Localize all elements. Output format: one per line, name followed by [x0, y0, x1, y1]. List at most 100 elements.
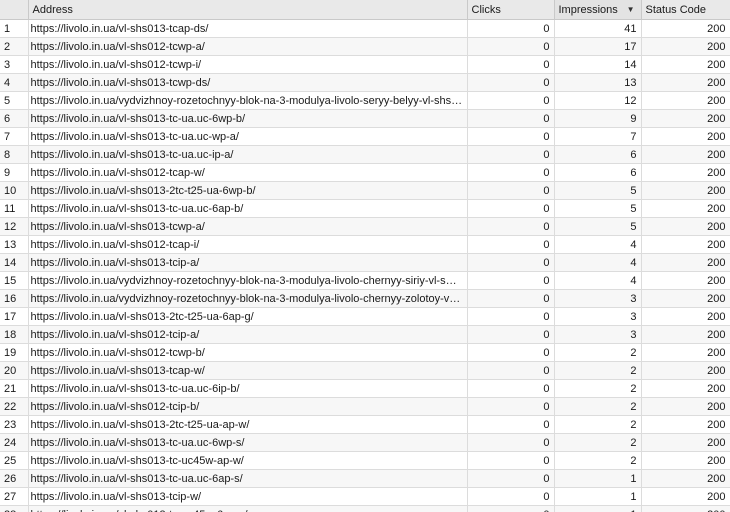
impressions-cell[interactable]: 6 [554, 145, 642, 164]
status-code-cell[interactable]: 200 [641, 217, 730, 236]
table-row[interactable]: 28https://livolo.in.ua/vl-shs013-tc-uc45… [0, 505, 730, 512]
clicks-cell[interactable]: 0 [467, 397, 555, 416]
status-code-cell[interactable]: 200 [641, 253, 730, 272]
row-number-cell[interactable]: 3 [0, 55, 29, 74]
column-header-address[interactable]: Address [28, 0, 468, 20]
table-row[interactable]: 25 https://livolo.in.ua/vl-shs013-tc-uc45… [0, 451, 730, 470]
address-cell[interactable]: https://livolo.in.ua/vl-shs013-tcap-ds/ [28, 19, 468, 38]
row-number-cell[interactable]: 17 [0, 307, 29, 326]
row-number-cell[interactable]: 10 [0, 181, 29, 200]
clicks-cell[interactable]: 0 [467, 19, 555, 38]
address-cell[interactable]: https://livolo.in.ua/vl-shs013-tc-ua.uc-… [28, 433, 468, 452]
clicks-cell[interactable]: 0 [467, 37, 555, 56]
impressions-cell[interactable]: 2 [554, 343, 642, 362]
address-cell[interactable]: https://livolo.in.ua/vl-shs013-tc-ua.uc-… [28, 199, 468, 218]
impressions-cell[interactable]: 6 [554, 163, 642, 182]
impressions-cell[interactable]: 41 [554, 19, 642, 38]
status-code-cell[interactable]: 200 [641, 343, 730, 362]
status-code-cell[interactable]: 200 [641, 91, 730, 110]
address-cell[interactable]: https://livolo.in.ua/vl-shs013-tcwp-ds/ [28, 73, 468, 92]
address-cell[interactable]: https://livolo.in.ua/vl-shs013-tc-uc45w-… [28, 451, 468, 470]
impressions-cell[interactable]: 5 [554, 199, 642, 218]
status-code-cell[interactable]: 200 [641, 361, 730, 380]
table-row[interactable]: 11 https://livolo.in.ua/vl-shs013-tc-ua.u… [0, 199, 730, 218]
table-row[interactable]: 2 https://livolo.in.ua/vl-shs012-tcwp-a/0… [0, 37, 730, 56]
table-row[interactable]: 13 https://livolo.in.ua/vl-shs012-tcap-i/… [0, 235, 730, 254]
row-number-cell[interactable]: 26 [0, 469, 29, 488]
status-code-cell[interactable]: 200 [641, 325, 730, 344]
impressions-cell[interactable]: 1 [554, 469, 642, 488]
address-cell[interactable]: https://livolo.in.ua/vl-shs013-2tc-t25-u… [28, 415, 468, 434]
table-row[interactable]: 1 https://livolo.in.ua/vl-shs013-tcap-ds/… [0, 19, 730, 38]
status-code-cell[interactable]: 200 [641, 451, 730, 470]
address-cell[interactable]: https://livolo.in.ua/vl-shs012-tcap-i/ [28, 235, 468, 254]
table-row[interactable]: 22 https://livolo.in.ua/vl-shs012-tcip-b/… [0, 397, 730, 416]
table-row[interactable]: 18 https://livolo.in.ua/vl-shs012-tcip-a/… [0, 325, 730, 344]
address-cell[interactable]: https://livolo.in.ua/vl-shs013-2tc-t25-u… [28, 181, 468, 200]
row-number-cell[interactable]: 1 [0, 19, 29, 38]
clicks-cell[interactable]: 0 [467, 289, 555, 308]
address-cell[interactable]: https://livolo.in.ua/vl-shs013-tcwp-a/ [28, 217, 468, 236]
table-row[interactable]: 17 https://livolo.in.ua/vl-shs013-2tc-t25… [0, 307, 730, 326]
address-cell[interactable]: https://livolo.in.ua/vl-shs013-tcap-w/ [28, 361, 468, 380]
row-number-cell[interactable]: 24 [0, 433, 29, 452]
address-cell[interactable]: https://livolo.in.ua/vl-shs013-tcip-w/ [28, 487, 468, 506]
clicks-cell[interactable]: 0 [467, 487, 555, 506]
table-row[interactable]: 24 https://livolo.in.ua/vl-shs013-tc-ua.u… [0, 433, 730, 452]
address-cell[interactable]: https://livolo.in.ua/vl-shs012-tcap-w/ [28, 163, 468, 182]
clicks-cell[interactable]: 0 [467, 91, 555, 110]
clicks-cell[interactable]: 0 [467, 415, 555, 434]
status-code-cell[interactable]: 200 [641, 19, 730, 38]
clicks-cell[interactable]: 0 [467, 451, 555, 470]
clicks-cell[interactable]: 0 [467, 433, 555, 452]
row-number-cell[interactable]: 7 [0, 127, 29, 146]
status-code-cell[interactable]: 200 [641, 379, 730, 398]
column-header-row-number[interactable] [0, 0, 29, 20]
status-code-cell[interactable]: 200 [641, 181, 730, 200]
row-number-cell[interactable]: 13 [0, 235, 29, 254]
table-row[interactable]: 19 https://livolo.in.ua/vl-shs012-tcwp-b/… [0, 343, 730, 362]
impressions-cell[interactable]: 2 [554, 361, 642, 380]
status-code-cell[interactable]: 200 [641, 55, 730, 74]
row-number-cell[interactable]: 23 [0, 415, 29, 434]
status-code-cell[interactable]: 200 [641, 289, 730, 308]
table-row[interactable]: 20 https://livolo.in.ua/vl-shs013-tcap-w/… [0, 361, 730, 380]
impressions-cell[interactable]: 1 [554, 487, 642, 506]
clicks-cell[interactable]: 0 [467, 361, 555, 380]
status-code-cell[interactable]: 200 [641, 505, 730, 512]
clicks-cell[interactable]: 0 [467, 253, 555, 272]
status-code-cell[interactable]: 200 [641, 433, 730, 452]
column-header-impressions[interactable]: Impressions ▼ [554, 0, 642, 20]
status-code-cell[interactable]: 200 [641, 37, 730, 56]
impressions-cell[interactable]: 5 [554, 217, 642, 236]
address-cell[interactable]: https://livolo.in.ua/vl-shs013-tc-ua.uc-… [28, 379, 468, 398]
table-row[interactable]: 3 https://livolo.in.ua/vl-shs012-tcwp-i/0… [0, 55, 730, 74]
clicks-cell[interactable]: 0 [467, 469, 555, 488]
row-number-cell[interactable]: 25 [0, 451, 29, 470]
row-number-cell[interactable]: 16 [0, 289, 29, 308]
status-code-cell[interactable]: 200 [641, 397, 730, 416]
address-cell[interactable]: https://livolo.in.ua/vl-shs013-tc-ua.uc-… [28, 109, 468, 128]
status-code-cell[interactable]: 200 [641, 487, 730, 506]
table-row[interactable]: 27 https://livolo.in.ua/vl-shs013-tcip-w/… [0, 487, 730, 506]
row-number-cell[interactable]: 14 [0, 253, 29, 272]
status-code-cell[interactable]: 200 [641, 271, 730, 290]
impressions-cell[interactable]: 4 [554, 271, 642, 290]
row-number-cell[interactable]: 6 [0, 109, 29, 128]
clicks-cell[interactable]: 0 [467, 127, 555, 146]
table-row[interactable]: 4 https://livolo.in.ua/vl-shs013-tcwp-ds/… [0, 73, 730, 92]
row-number-cell[interactable]: 28 [0, 505, 29, 512]
column-header-status-code[interactable]: Status Code [641, 0, 730, 20]
clicks-cell[interactable]: 0 [467, 505, 555, 512]
address-cell[interactable]: https://livolo.in.ua/vydvizhnoy-rozetoch… [28, 289, 468, 308]
row-number-cell[interactable]: 8 [0, 145, 29, 164]
clicks-cell[interactable]: 0 [467, 307, 555, 326]
status-code-cell[interactable]: 200 [641, 235, 730, 254]
clicks-cell[interactable]: 0 [467, 145, 555, 164]
status-code-cell[interactable]: 200 [641, 145, 730, 164]
table-row[interactable]: 10 https://livolo.in.ua/vl-shs013-2tc-t25… [0, 181, 730, 200]
row-number-cell[interactable]: 4 [0, 73, 29, 92]
impressions-cell[interactable]: 12 [554, 91, 642, 110]
row-number-cell[interactable]: 12 [0, 217, 29, 236]
status-code-cell[interactable]: 200 [641, 307, 730, 326]
